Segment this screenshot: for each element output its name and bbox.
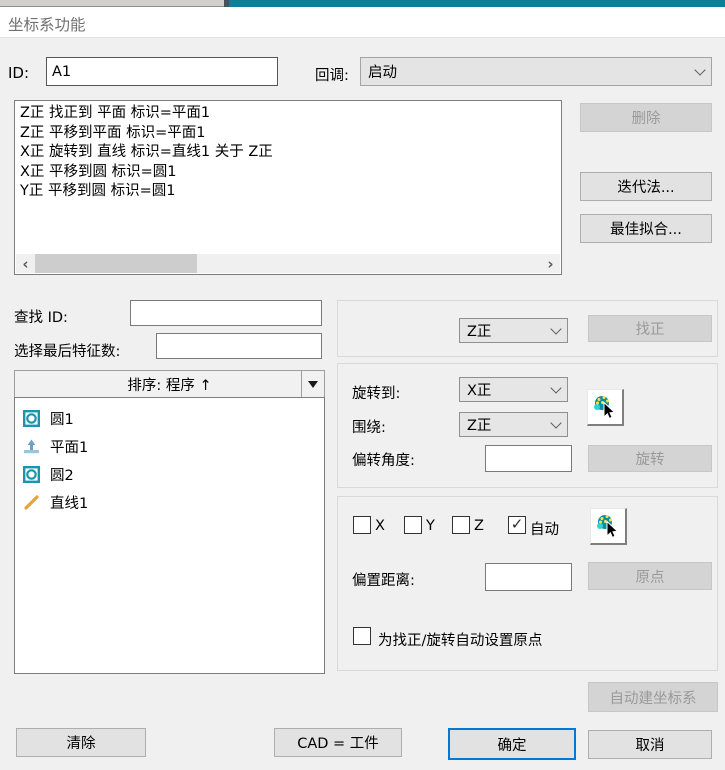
horizontal-scrollbar[interactable]: ‹ › [16,254,560,273]
level-button[interactable]: 找正 [588,315,712,342]
about-label: 围绕: [352,416,386,437]
callback-combobox[interactable]: 启动 [360,57,712,86]
pick-feature-icon [594,512,622,540]
sort-dropdown-button[interactable] [301,371,324,397]
dialog-titlebar: 坐标系功能 [0,7,725,38]
x-checkbox[interactable] [353,516,371,534]
id-label: ID: [8,64,29,82]
list-item[interactable]: 圆2 [15,460,324,488]
rotate-to-label: 旋转到: [352,382,400,403]
align-axis-combobox[interactable]: Z正 [459,318,568,343]
select-last-input[interactable] [156,333,322,359]
best-fit-button[interactable]: 最佳拟合... [580,214,712,243]
about-value: Z正 [467,414,552,435]
sort-header-button[interactable]: 排序: 程序 ↑ [14,370,325,398]
chevron-down-icon [550,323,561,334]
z-checkbox[interactable] [452,516,470,534]
step-line[interactable]: X正 平移到圆 标识=圆1 [20,163,556,183]
cad-equals-part-button[interactable]: CAD = 工件 [274,728,402,757]
dialog-title: 坐标系功能 [8,13,86,35]
rotate-button[interactable]: 旋转 [588,445,712,472]
feature-list[interactable]: 圆1 平面1 圆2 直线1 [14,397,325,674]
scrollbar-thumb[interactable] [35,254,197,273]
step-line[interactable]: Z正 找正到 平面 标识=平面1 [20,104,556,124]
pick-feature-icon [591,393,619,421]
step-line[interactable]: Y正 平移到圆 标识=圆1 [20,182,556,202]
scroll-left-arrow-icon[interactable]: ‹ [16,254,35,273]
x-checkbox-label: X [375,518,385,534]
rotate-to-combobox[interactable]: X正 [459,377,568,402]
find-id-label: 查找 ID: [14,306,68,327]
auto-checkbox[interactable]: ✓ [508,516,526,534]
app-edge-gray-strip [0,0,224,7]
delete-button[interactable]: 删除 [580,103,712,132]
circle-feature-icon [23,410,40,427]
feature-name: 直线1 [50,492,88,513]
feature-name: 圆2 [50,464,74,485]
pick-feature-button[interactable] [587,389,624,426]
clear-button[interactable]: 清除 [16,728,146,757]
id-input[interactable] [46,57,278,86]
line-feature-icon [23,494,40,511]
scrollbar-track[interactable] [35,254,541,273]
rotate-to-value: X正 [467,379,552,400]
offset-distance-input[interactable] [485,563,572,591]
scroll-right-arrow-icon[interactable]: › [541,254,560,273]
y-checkbox[interactable] [404,516,422,534]
select-last-label: 选择最后特征数: [14,340,120,361]
step-line[interactable]: X正 旋转到 直线 标识=直线1 关于 Z正 [20,143,556,163]
auto-origin-checkbox[interactable] [353,627,371,645]
about-combobox[interactable]: Z正 [459,412,568,437]
feature-name: 平面1 [50,436,88,457]
callback-value: 启动 [368,61,696,82]
alignment-steps-list[interactable]: Z正 找正到 平面 标识=平面1 Z正 平移到平面 标识=平面1 X正 旋转到 … [14,100,562,275]
callback-label: 回调: [315,64,349,85]
plane-feature-icon [23,438,40,455]
ok-button[interactable]: 确定 [448,728,576,760]
chevron-down-icon [694,64,705,75]
list-item[interactable]: 圆1 [15,404,324,432]
offset-angle-input[interactable] [485,445,572,472]
chevron-down-icon [550,382,561,393]
offset-angle-label: 偏转角度: [352,449,415,470]
triangle-down-icon [308,381,318,388]
cancel-button[interactable]: 取消 [588,730,712,759]
app-edge-divider [224,0,229,7]
circle-feature-icon [23,466,40,483]
origin-button[interactable]: 原点 [588,562,712,590]
feature-name: 圆1 [50,408,74,429]
step-line[interactable]: Z正 平移到平面 标识=平面1 [20,124,556,144]
iterative-button[interactable]: 迭代法... [580,172,712,201]
offset-distance-label: 偏置距离: [352,569,415,590]
check-icon: ✓ [511,517,524,532]
y-checkbox-label: Y [426,518,435,534]
chevron-down-icon [550,417,561,428]
auto-csys-button[interactable]: 自动建坐标系 [588,682,718,712]
sort-header-label: 排序: 程序 ↑ [127,374,211,395]
z-checkbox-label: Z [474,518,484,534]
list-item[interactable]: 平面1 [15,432,324,460]
pick-feature-button[interactable] [590,508,627,545]
auto-checkbox-label: 自动 [530,518,559,539]
align-axis-value: Z正 [467,320,552,341]
list-item[interactable]: 直线1 [15,488,324,516]
find-id-input[interactable] [130,300,322,326]
auto-origin-label: 为找正/旋转自动设置原点 [378,629,542,650]
